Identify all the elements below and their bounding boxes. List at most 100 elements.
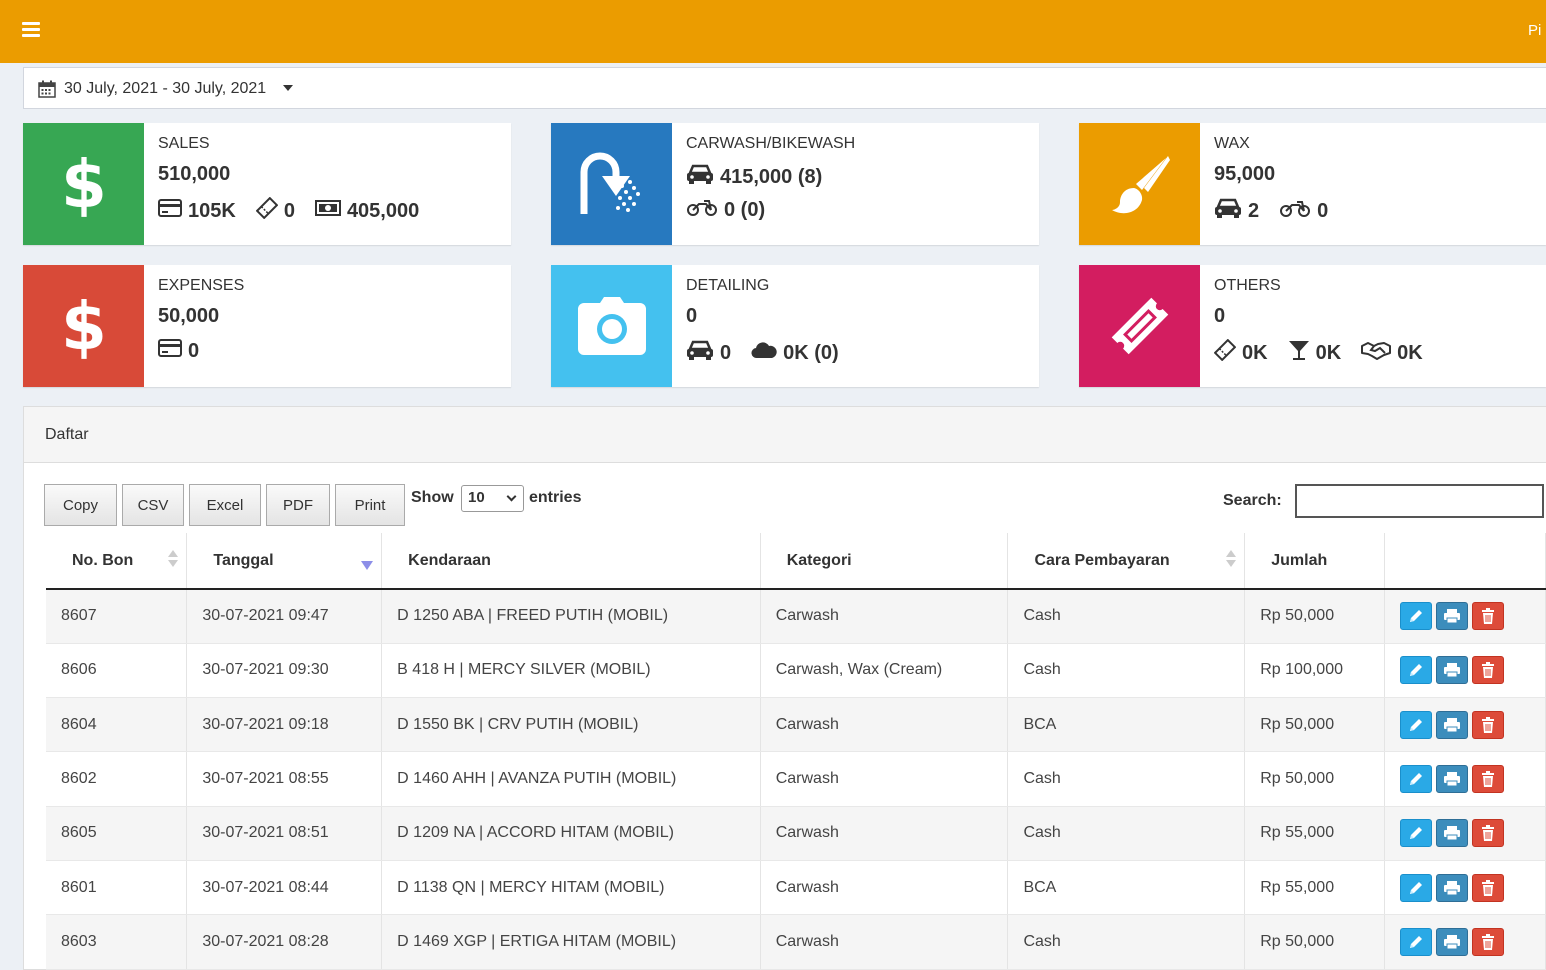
cell-jumlah: Rp 50,000	[1244, 589, 1386, 644]
credit-card-icon	[158, 199, 188, 223]
wax-car-value: 2	[1248, 199, 1260, 222]
trash-icon	[1482, 716, 1495, 733]
date-range-picker[interactable]: 30 July, 2021 - 30 July, 2021	[23, 67, 1546, 109]
edit-button[interactable]	[1400, 602, 1433, 631]
column-header-no-bon[interactable]: No. Bon	[46, 533, 188, 590]
print-button[interactable]: Print	[335, 484, 405, 526]
cell-cara-pembayaran: BCA	[1007, 860, 1246, 916]
expenses-title: EXPENSES	[158, 277, 245, 294]
table-row: 8607 30-07-2021 09:47 D 1250 ABA | FREED P…	[46, 589, 1546, 644]
excel-button[interactable]: Excel	[189, 484, 261, 526]
column-header-cara-pembayaran[interactable]: Cara Pembayaran	[1007, 533, 1246, 590]
print-row-button[interactable]	[1436, 765, 1469, 794]
delete-button[interactable]	[1472, 927, 1505, 956]
cell-cara-pembayaran: Cash	[1007, 751, 1246, 807]
edit-button[interactable]	[1400, 656, 1433, 685]
expenses-card-value: 0	[188, 339, 200, 362]
print-row-button[interactable]	[1436, 873, 1469, 902]
cell-kendaraan: D 1138 QN | MERCY HITAM (MOBIL)	[381, 860, 761, 916]
edit-button[interactable]	[1400, 819, 1433, 848]
cell-actions	[1384, 860, 1546, 916]
date-range-label: 30 July, 2021 - 30 July, 2021	[64, 80, 267, 97]
dollar-icon: $	[23, 265, 144, 387]
cell-actions	[1384, 751, 1546, 807]
cell-cara-pembayaran: Cash	[1007, 589, 1246, 644]
expenses-info-box: $ EXPENSES 50,000 0	[23, 265, 511, 387]
wax-bike-value: 0	[1317, 199, 1329, 222]
delete-button[interactable]	[1472, 765, 1505, 794]
carwash-bike-value: 0 (0)	[724, 198, 766, 221]
edit-button[interactable]	[1400, 710, 1433, 739]
cell-jumlah: Rp 55,000	[1244, 806, 1386, 861]
printer-icon	[1444, 826, 1461, 841]
cell-kendaraan: D 1550 BK | CRV PUTIH (MOBIL)	[381, 697, 761, 753]
pencil-icon	[1410, 773, 1423, 786]
copy-button[interactable]: Copy	[44, 484, 117, 526]
printer-icon	[1444, 717, 1461, 733]
cell-cara-pembayaran: Cash	[1007, 806, 1246, 861]
cell-actions	[1384, 914, 1546, 970]
cell-jumlah: Rp 50,000	[1244, 914, 1386, 970]
table-row: 8603 30-07-2021 08:28 D 1469 XGP | ERTIGA …	[46, 914, 1546, 970]
page-size-select[interactable]: 10	[461, 485, 524, 512]
money-icon	[314, 199, 347, 223]
sales-cash-value: 405,000	[346, 199, 420, 222]
printer-icon	[1444, 663, 1461, 678]
cell-cara-pembayaran: BCA	[1007, 697, 1246, 753]
edit-button[interactable]	[1400, 765, 1433, 794]
sales-value: 510,000	[158, 163, 231, 185]
menu-toggle-icon[interactable]	[22, 22, 40, 38]
edit-button[interactable]	[1400, 927, 1433, 956]
table-row: 8605 30-07-2021 08:51 D 1209 NA | ACCORD H…	[46, 806, 1546, 861]
cell-tanggal: 30-07-2021 08:44	[186, 860, 383, 916]
csv-button[interactable]: CSV	[122, 484, 184, 526]
cell-cara-pembayaran: Cash	[1007, 643, 1246, 699]
print-row-button[interactable]	[1436, 602, 1469, 631]
trash-icon	[1482, 933, 1495, 950]
cell-jumlah: Rp 100,000	[1244, 643, 1386, 699]
print-row-button[interactable]	[1436, 710, 1469, 739]
delete-button[interactable]	[1472, 710, 1505, 739]
motorcycle-icon	[1279, 198, 1317, 224]
column-header-jumlah[interactable]: Jumlah	[1244, 533, 1386, 590]
delete-button[interactable]	[1472, 819, 1505, 848]
cell-tanggal: 30-07-2021 09:18	[186, 697, 383, 753]
cell-no-bon: 8607	[46, 589, 188, 644]
cocktail-glass-icon	[1288, 339, 1316, 367]
column-header-kategori[interactable]: Kategori	[760, 533, 1009, 590]
print-row-button[interactable]	[1436, 819, 1469, 848]
carwash-car-value: 415,000 (8)	[720, 165, 823, 188]
handshake-icon	[1361, 340, 1397, 366]
sort-desc-icon	[361, 561, 374, 570]
user-menu[interactable]: Pi	[1528, 22, 1546, 39]
print-row-button[interactable]	[1436, 927, 1469, 956]
transactions-table: No. Bon Tanggal Kendaraan Kategori Cara …	[46, 533, 1546, 970]
column-header-kendaraan[interactable]: Kendaraan	[381, 533, 761, 590]
column-header-tanggal[interactable]: Tanggal	[186, 533, 383, 590]
cell-no-bon: 8602	[46, 751, 188, 807]
cell-kategori: Carwash	[760, 806, 1009, 861]
delete-button[interactable]	[1472, 656, 1505, 685]
edit-button[interactable]	[1400, 873, 1433, 902]
paint-brush-icon	[1079, 123, 1200, 245]
pdf-button[interactable]: PDF	[266, 484, 330, 526]
chevron-down-icon	[506, 491, 517, 502]
detailing-value: 0	[686, 305, 698, 327]
table-row: 8604 30-07-2021 09:18 D 1550 BK | CRV PUTI…	[46, 697, 1546, 753]
trash-icon	[1482, 879, 1495, 896]
delete-button[interactable]	[1472, 873, 1505, 902]
cell-tanggal: 30-07-2021 09:47	[186, 589, 383, 644]
search-input[interactable]	[1295, 484, 1544, 518]
pencil-icon	[1410, 827, 1423, 840]
delete-button[interactable]	[1472, 602, 1505, 631]
others-voucher-value: 0K	[1242, 341, 1268, 364]
cell-actions	[1384, 643, 1546, 699]
table-row: 8606 30-07-2021 09:30 B 418 H | MERCY SILV…	[46, 643, 1546, 699]
caret-down-icon	[283, 85, 293, 91]
cell-no-bon: 8606	[46, 643, 188, 699]
cell-tanggal: 30-07-2021 09:30	[186, 643, 383, 699]
cell-kategori: Carwash	[760, 589, 1009, 644]
print-row-button[interactable]	[1436, 656, 1469, 685]
cell-actions	[1384, 589, 1546, 644]
cell-jumlah: Rp 50,000	[1244, 697, 1386, 753]
